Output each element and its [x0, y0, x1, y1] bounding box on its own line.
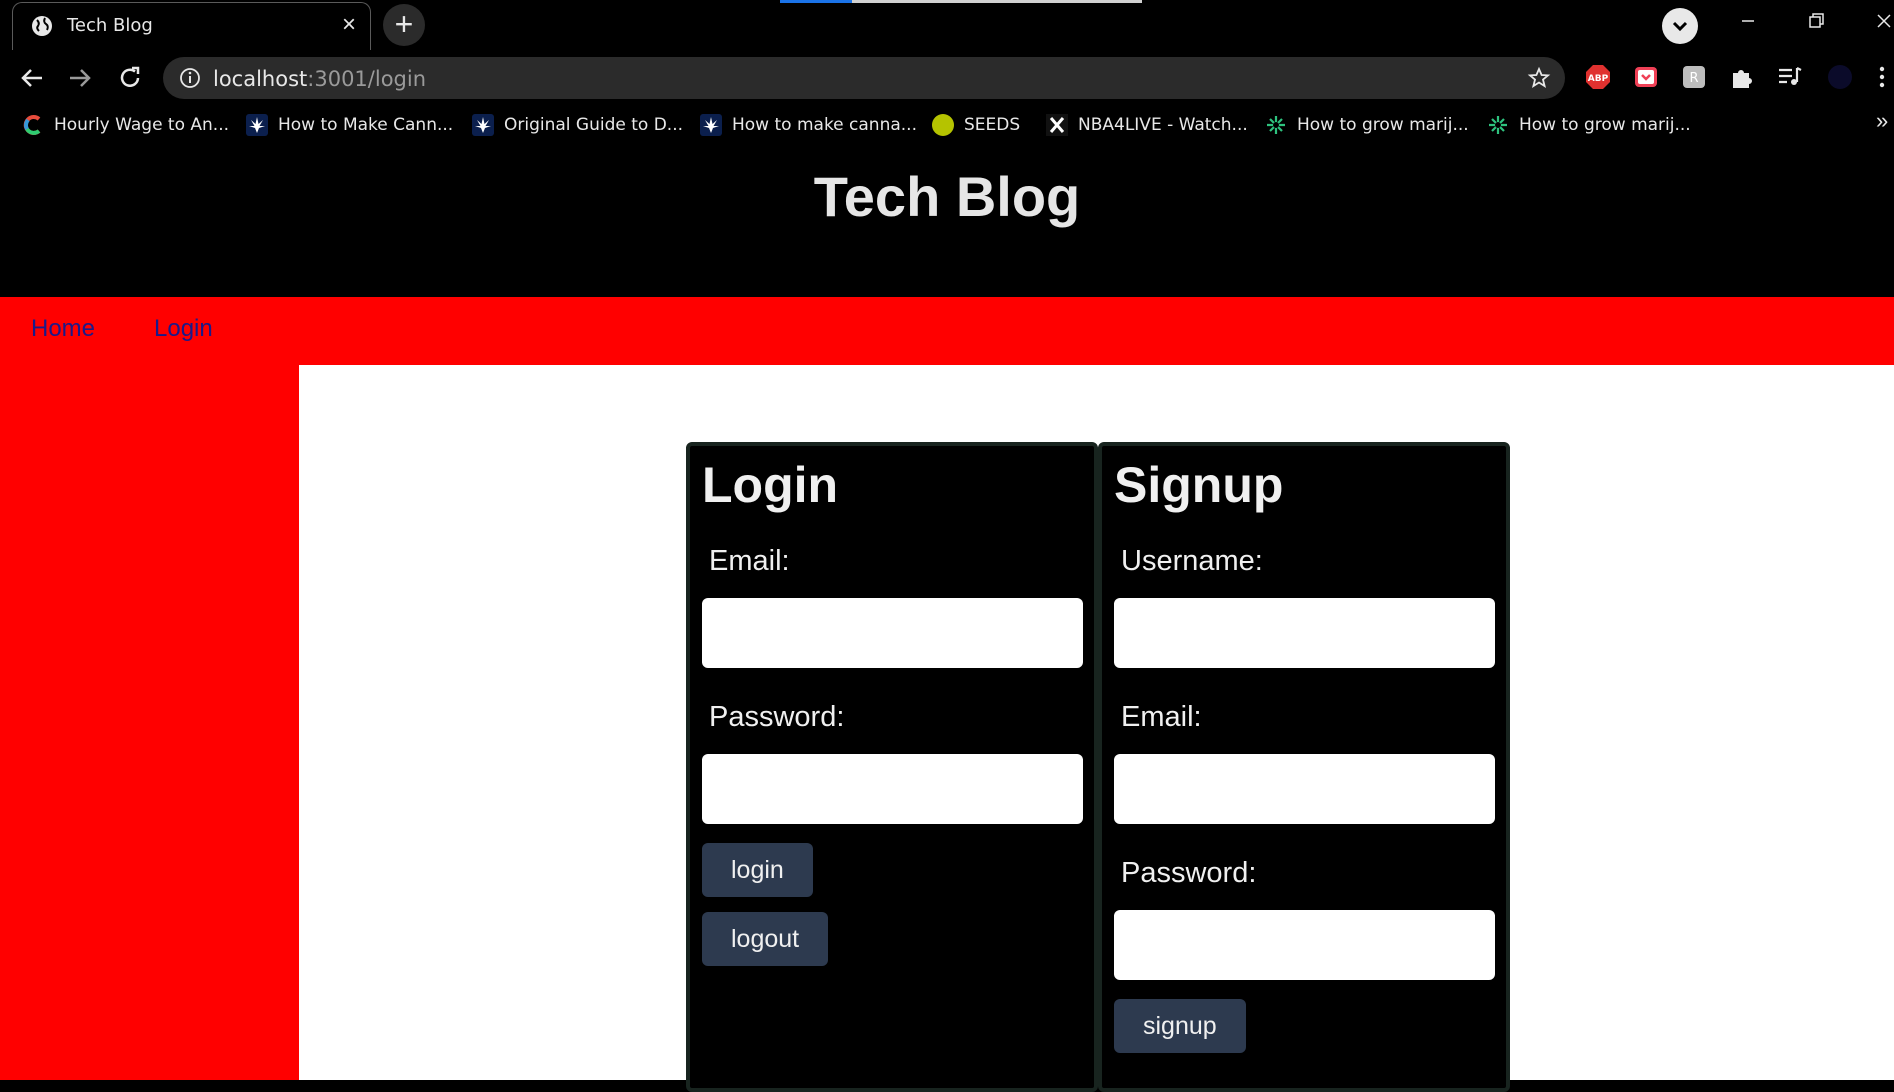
- bookmark-label: SEEDS: [964, 115, 1021, 135]
- bookmark-label: How to grow marij...: [1297, 115, 1469, 135]
- profile-avatar-icon[interactable]: [1827, 64, 1853, 90]
- forward-arrow-icon[interactable]: [64, 62, 96, 94]
- site-info-icon[interactable]: [179, 67, 201, 89]
- sidebar-panel: [0, 365, 299, 1080]
- rainbow-c-icon: [23, 115, 41, 135]
- login-email-label: Email:: [709, 545, 790, 577]
- signup-button[interactable]: signup: [1114, 999, 1246, 1053]
- site-nav: Home Login: [0, 297, 1894, 365]
- tab-search-button[interactable]: [1662, 8, 1698, 44]
- kebab-menu-icon[interactable]: [1874, 64, 1890, 90]
- signup-email-label: Email:: [1121, 701, 1202, 733]
- nav-link-home[interactable]: Home: [31, 315, 95, 343]
- cannabis-leaf-icon: [700, 114, 722, 136]
- bookmark-label: How to make canna...: [732, 115, 917, 135]
- url-text: localhost:3001/login: [213, 67, 426, 91]
- signup-username-input[interactable]: [1114, 598, 1495, 668]
- pocket-icon[interactable]: [1633, 64, 1659, 90]
- svg-text:R: R: [1689, 71, 1698, 86]
- signup-username-label: Username:: [1121, 545, 1263, 577]
- browser-toolbar: localhost:3001/login ABP R: [0, 50, 1894, 104]
- logout-button[interactable]: logout: [702, 912, 829, 966]
- bookmarks-bar: Hourly Wage to An... How to Make Cann...…: [0, 104, 1894, 146]
- bookmark-item[interactable]: Original Guide to D...: [472, 112, 683, 138]
- bookmark-item[interactable]: How to grow marij...: [1265, 112, 1469, 138]
- bookmark-item[interactable]: How to Make Cann...: [246, 112, 453, 138]
- bookmark-item[interactable]: How to make canna...: [700, 112, 917, 138]
- url-path: :3001/login: [307, 67, 427, 91]
- address-bar[interactable]: localhost:3001/login: [163, 57, 1565, 99]
- abp-icon[interactable]: ABP: [1585, 64, 1611, 90]
- svg-text:ABP: ABP: [1588, 74, 1609, 84]
- bookmark-item[interactable]: How to grow marij...: [1487, 112, 1691, 138]
- browser-chrome: Tech Blog × + localhost:3001/login ABP R…: [0, 0, 1894, 150]
- globe-icon: [32, 16, 52, 36]
- tab-title: Tech Blog: [67, 15, 153, 36]
- restore-window-button[interactable]: [1782, 0, 1850, 42]
- bookmark-label: Original Guide to D...: [504, 115, 684, 135]
- login-title: Login: [702, 457, 839, 513]
- minimize-window-button[interactable]: [1714, 0, 1782, 42]
- tab-tech-blog[interactable]: Tech Blog ×: [12, 2, 371, 50]
- bookmark-item[interactable]: NBA4LIVE - Watch...: [1046, 112, 1248, 138]
- bookmark-label: How to Make Cann...: [278, 115, 454, 135]
- signup-password-input[interactable]: [1114, 910, 1495, 980]
- chevron-down-icon: [1672, 21, 1688, 32]
- loading-progress-track: [852, 0, 1142, 3]
- bookmarks-overflow-chevron[interactable]: »: [1876, 108, 1888, 134]
- login-card: Login Email: Password: login logout: [686, 442, 1098, 1092]
- bookmark-label: How to grow marij...: [1519, 115, 1691, 135]
- new-tab-button[interactable]: +: [383, 4, 425, 46]
- x-logo-icon: [1046, 114, 1068, 136]
- login-email-input[interactable]: [702, 598, 1083, 668]
- bookmark-label: NBA4LIVE - Watch...: [1078, 115, 1248, 135]
- green-sparkle-icon: [1267, 116, 1285, 134]
- bookmark-star-icon[interactable]: [1527, 66, 1551, 90]
- media-control-icon[interactable]: [1777, 64, 1803, 90]
- site-title: Tech Blog: [813, 165, 1081, 228]
- tab-close-icon[interactable]: ×: [342, 13, 356, 37]
- signup-password-label: Password:: [1121, 857, 1257, 889]
- tab-strip: Tech Blog × +: [0, 0, 1894, 50]
- back-arrow-icon[interactable]: [16, 62, 48, 94]
- signup-card: Signup Username: Email: Password: signup: [1098, 442, 1510, 1092]
- login-password-input[interactable]: [702, 754, 1083, 824]
- bookmark-item[interactable]: SEEDS: [932, 112, 1020, 138]
- close-window-button[interactable]: [1850, 0, 1894, 42]
- cannabis-leaf-icon: [472, 114, 494, 136]
- signup-email-input[interactable]: [1114, 754, 1495, 824]
- reload-icon[interactable]: [114, 62, 146, 94]
- bookmark-label: Hourly Wage to An...: [54, 115, 230, 135]
- bookmark-item[interactable]: Hourly Wage to An...: [22, 112, 229, 138]
- url-host: localhost: [213, 67, 308, 91]
- signup-title: Signup: [1114, 457, 1284, 513]
- translate-icon[interactable]: R: [1681, 64, 1707, 90]
- puzzle-icon[interactable]: [1729, 64, 1755, 90]
- nav-link-login[interactable]: Login: [154, 315, 213, 343]
- green-sparkle-icon: [1489, 116, 1507, 134]
- seeds-logo-icon: [932, 114, 954, 136]
- loading-progress-bar: [780, 0, 852, 3]
- site-header: Tech Blog: [0, 150, 1894, 297]
- login-button[interactable]: login: [702, 843, 813, 897]
- page-content: Tech Blog Home Login Login Email: Passwo…: [0, 150, 1894, 1092]
- cannabis-leaf-icon: [246, 114, 268, 136]
- login-password-label: Password:: [709, 701, 845, 733]
